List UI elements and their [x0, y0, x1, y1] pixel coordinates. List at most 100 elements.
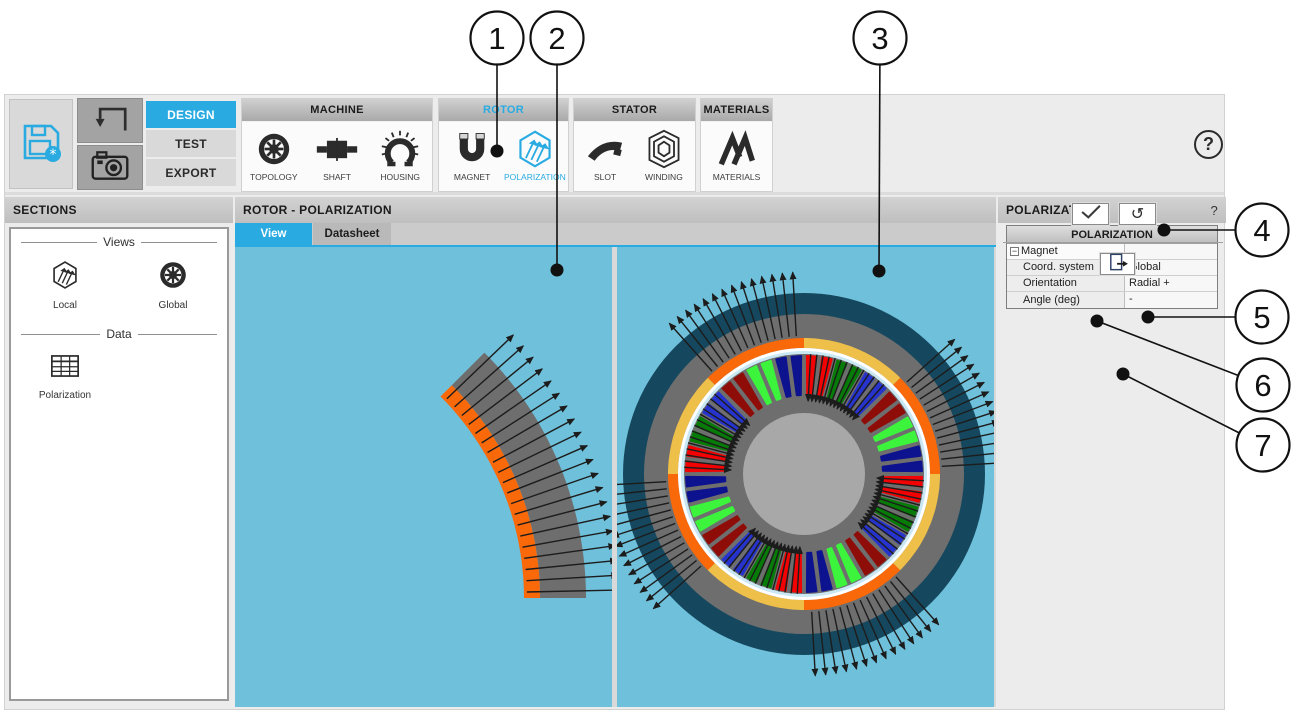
slot-icon: [584, 128, 626, 170]
callout-circle: [471, 12, 524, 65]
ribbon-item-label: SHAFT: [323, 172, 351, 182]
svg-text:*: *: [50, 147, 57, 163]
ribbon-item-label: MATERIALS: [713, 172, 761, 182]
callout-number: 7: [1254, 428, 1271, 463]
ribbon-item-polarization[interactable]: POLARIZATION: [505, 128, 564, 182]
sections-item-local[interactable]: Local: [11, 251, 119, 311]
callout-number: 6: [1254, 368, 1271, 403]
property-label: Orientation: [1007, 276, 1125, 291]
panel-divider: [1003, 242, 1223, 243]
topology-icon: [255, 128, 293, 170]
sections-item-label: Global: [159, 300, 188, 311]
apply-button[interactable]: [1072, 203, 1109, 225]
app-window: * DESIGN T: [4, 94, 1225, 710]
property-value-cell[interactable]: Radial +: [1125, 276, 1217, 291]
tab-strip-filler: [391, 223, 996, 245]
callout-circle: [531, 12, 584, 65]
sections-panel-title: SECTIONS: [5, 197, 233, 223]
property-label: Magnet: [1021, 244, 1058, 259]
table-icon: [48, 351, 82, 386]
property-value-cell: [1125, 244, 1217, 259]
view-tabstrip: View Datasheet: [235, 223, 996, 245]
help-icon[interactable]: ?: [1194, 130, 1223, 159]
ribbon-item-housing[interactable]: HOUSING: [369, 128, 432, 182]
screenshot-button[interactable]: [77, 145, 143, 190]
callout-circle: [1236, 291, 1289, 344]
callout-circle: [1237, 419, 1290, 472]
ribbon-group-materials: MATERIALS MATERIALS: [700, 98, 773, 192]
callout-circle: [1237, 359, 1290, 412]
polarization-canvas: [235, 245, 996, 707]
ribbon-item-materials[interactable]: MATERIALS: [705, 128, 769, 182]
callout-circle: [854, 12, 907, 65]
property-row-angle: Angle (deg) -: [1007, 292, 1217, 308]
sections-item-label: Polarization: [39, 390, 91, 401]
check-icon: [1079, 204, 1103, 225]
sections-item-polarization-data[interactable]: Polarization: [11, 343, 119, 401]
views-separator-label: Views: [103, 235, 135, 249]
ribbon: * DESIGN T: [5, 95, 1224, 195]
materials-icon: [715, 128, 757, 170]
test-mode-button[interactable]: TEST: [146, 130, 236, 157]
ribbon-item-winding[interactable]: WINDING: [636, 128, 692, 182]
ribbon-item-topology[interactable]: TOPOLOGY: [242, 128, 305, 182]
ribbon-item-shaft[interactable]: SHAFT: [306, 128, 369, 182]
camera-icon: [90, 149, 130, 186]
save-icon: *: [18, 119, 64, 170]
group-title: MATERIALS: [701, 99, 772, 122]
step-arrow-icon: [88, 101, 132, 140]
data-separator-label: Data: [106, 327, 131, 341]
polarization-icon: [515, 128, 555, 170]
winding-icon: [644, 128, 684, 170]
collapse-icon[interactable]: [1010, 247, 1019, 256]
ribbon-item-label: MAGNET: [454, 172, 490, 182]
tab-view[interactable]: View: [235, 223, 312, 245]
gv: [617, 247, 994, 707]
group-title: MACHINE: [242, 99, 432, 122]
callout-number: 2: [548, 21, 565, 56]
local-pole-view[interactable]: [235, 247, 612, 707]
step-back-button[interactable]: [77, 98, 143, 143]
page: * DESIGN T: [0, 0, 1308, 718]
panel-help-icon[interactable]: ?: [1210, 203, 1218, 218]
sections-item-global[interactable]: Global: [119, 251, 227, 311]
views-separator: Views: [21, 235, 217, 249]
ribbon-item-label: TOPOLOGY: [250, 172, 298, 182]
data-separator: Data: [21, 327, 217, 341]
property-label: Angle (deg): [1007, 292, 1125, 308]
sections-panel: Views Local: [9, 227, 229, 701]
magnet-icon: [452, 128, 492, 170]
shaft: [743, 413, 865, 535]
global-rotor-view[interactable]: [617, 247, 994, 707]
ribbon-item-label: WINDING: [645, 172, 683, 182]
local-view-icon: [50, 259, 80, 296]
ribbon-item-slot[interactable]: SLOT: [577, 128, 633, 182]
callout-circle: [1236, 204, 1289, 257]
reset-icon: ↺: [1131, 206, 1144, 222]
global-view-icon: [157, 259, 189, 296]
design-mode-button[interactable]: DESIGN: [146, 101, 236, 128]
ribbon-group-rotor: ROTOR MAGNET: [438, 98, 569, 192]
reset-button[interactable]: ↺: [1119, 203, 1156, 225]
ribbon-item-label: HOUSING: [380, 172, 420, 182]
ribbon-item-label: SLOT: [594, 172, 616, 182]
ribbon-group-stator: STATOR SLOT: [573, 98, 696, 192]
shaft-icon: [315, 128, 359, 170]
ribbon-item-magnet[interactable]: MAGNET: [442, 128, 501, 182]
property-value-cell[interactable]: Global: [1125, 260, 1217, 275]
export-mode-button[interactable]: EXPORT: [146, 159, 236, 186]
property-row-orientation: Orientation Radial +: [1007, 276, 1217, 292]
housing-icon: [380, 128, 420, 170]
group-title: STATOR: [574, 99, 695, 122]
ribbon-group-machine: MACHINE TOPOLOGY: [241, 98, 433, 192]
ribbon-item-label: POLARIZATION: [504, 172, 566, 182]
callout-number: 1: [488, 21, 505, 56]
callout-number: 3: [871, 21, 888, 56]
lv: [235, 247, 612, 707]
tab-datasheet[interactable]: Datasheet: [313, 223, 391, 245]
property-value-cell[interactable]: -: [1125, 292, 1217, 308]
save-button[interactable]: *: [9, 99, 73, 189]
export-page-icon: [1107, 253, 1129, 276]
main-view-title: ROTOR - POLARIZATION: [235, 197, 996, 223]
export-view-button[interactable]: [1100, 253, 1135, 275]
